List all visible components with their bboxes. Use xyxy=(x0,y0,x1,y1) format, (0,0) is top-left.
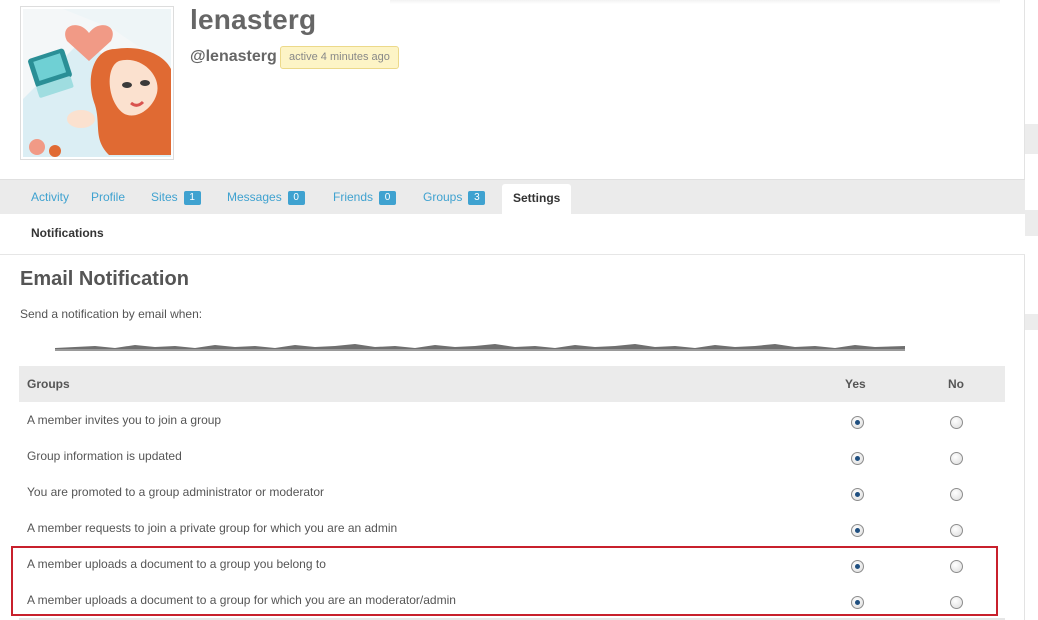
radio-no[interactable] xyxy=(950,488,963,501)
radio-no[interactable] xyxy=(950,560,963,573)
strip-band xyxy=(1025,210,1038,236)
tab-sites[interactable]: Sites 1 xyxy=(151,190,201,205)
section-title: Email Notification xyxy=(20,268,189,290)
table-row: A member requests to join a private grou… xyxy=(19,510,1005,546)
tab-count-badge: 3 xyxy=(468,191,486,205)
tab-count-badge: 0 xyxy=(379,191,397,205)
header-no: No xyxy=(948,377,964,391)
profile-tabs: Activity Profile Sites 1 Messages 0 Friend… xyxy=(0,179,1025,215)
radio-yes[interactable] xyxy=(851,596,864,609)
strip-band xyxy=(1025,124,1038,154)
radio-yes[interactable] xyxy=(851,416,864,429)
row-label: A member invites you to join a group xyxy=(27,413,222,427)
strip-band xyxy=(1025,314,1038,330)
redacted-text-scribble xyxy=(55,344,905,351)
avatar-illustration xyxy=(23,9,171,157)
header-groups: Groups xyxy=(27,377,70,391)
tab-settings[interactable]: Settings xyxy=(502,184,572,215)
row-label: Group information is updated xyxy=(27,449,182,463)
radio-yes[interactable] xyxy=(851,488,864,501)
tab-count-badge: 0 xyxy=(287,191,305,205)
row-label: A member uploads a document to a group f… xyxy=(27,593,456,607)
subnav-item-notifications[interactable]: Notifications xyxy=(31,226,104,240)
table-row: You are promoted to a group administrato… xyxy=(19,474,1005,510)
tab-label: Friends xyxy=(333,190,374,204)
header-yes: Yes xyxy=(845,377,866,391)
row-label: A member uploads a document to a group y… xyxy=(27,557,326,571)
table-header: Groups Yes No xyxy=(19,366,1005,402)
tab-label: Activity xyxy=(31,190,70,204)
radio-no[interactable] xyxy=(950,416,963,429)
tab-label: Sites xyxy=(151,190,178,204)
row-label: A member requests to join a private grou… xyxy=(27,521,398,535)
table-row: A member uploads a document to a group y… xyxy=(19,546,1005,582)
last-active-badge: active 4 minutes ago xyxy=(280,46,399,69)
tab-messages[interactable]: Messages 0 xyxy=(227,190,305,205)
row-label: You are promoted to a group administrato… xyxy=(27,485,325,499)
top-fade xyxy=(390,0,1000,4)
radio-no[interactable] xyxy=(950,596,963,609)
radio-yes[interactable] xyxy=(851,452,864,465)
radio-no[interactable] xyxy=(950,452,963,465)
tab-profile[interactable]: Profile xyxy=(91,190,125,204)
tab-groups[interactable]: Groups 3 xyxy=(423,190,486,205)
radio-yes[interactable] xyxy=(851,560,864,573)
table-row: A member invites you to join a group xyxy=(19,402,1005,438)
tab-count-badge: 1 xyxy=(183,191,201,205)
section-description: Send a notification by email when: xyxy=(20,307,203,321)
tab-label: Messages xyxy=(227,190,282,204)
settings-subnav: Notifications xyxy=(0,214,1025,255)
table-row: A member uploads a document to a group f… xyxy=(19,582,1005,618)
main-panel: lenasterg @lenasterg active 4 minutes ag… xyxy=(0,0,1025,620)
radio-no[interactable] xyxy=(950,524,963,537)
table-row: Group information is updated xyxy=(19,438,1005,474)
profile-display-name: lenasterg xyxy=(190,4,317,35)
avatar[interactable] xyxy=(20,6,174,160)
right-edge-strip xyxy=(1025,0,1038,620)
tab-label: Groups xyxy=(423,190,463,204)
tab-label: Settings xyxy=(513,191,561,205)
tab-activity[interactable]: Activity xyxy=(31,190,69,204)
tab-friends[interactable]: Friends 0 xyxy=(333,190,397,205)
profile-handle: @lenasterg xyxy=(190,48,277,65)
radio-yes[interactable] xyxy=(851,524,864,537)
groups-notification-table: Groups Yes No A member invites you to jo… xyxy=(19,366,1005,618)
tab-label: Profile xyxy=(91,190,126,204)
